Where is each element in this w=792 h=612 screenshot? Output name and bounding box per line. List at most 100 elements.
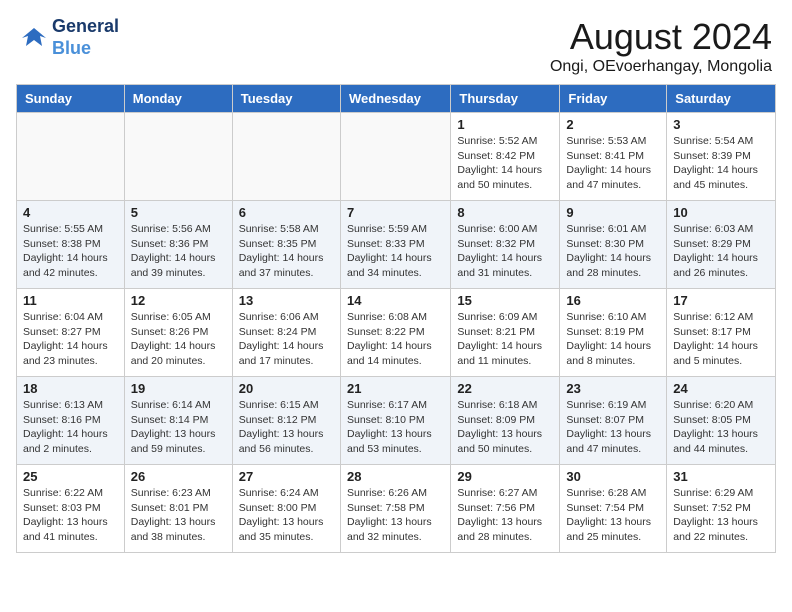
day-number: 25: [23, 469, 118, 484]
day-number: 24: [673, 381, 769, 396]
calendar-cell: 13 Sunrise: 6:06 AM Sunset: 8:24 PM Dayli…: [232, 289, 340, 377]
calendar-cell: 8Sunrise: 6:00 AM Sunset: 8:32 PM Daylig…: [451, 201, 560, 289]
day-info: Sunrise: 6:27 AM Sunset: 7:56 PM Dayligh…: [457, 486, 553, 545]
weekday-header: Saturday: [667, 85, 776, 113]
day-number: 12: [131, 293, 226, 308]
day-info: Sunrise: 6:05 AM Sunset: 8:26 PM Dayligh…: [131, 310, 226, 369]
day-number: 20: [239, 381, 334, 396]
day-number: 23: [566, 381, 660, 396]
day-info: Sunrise: 6:15 AM Sunset: 8:12 PM Dayligh…: [239, 398, 334, 457]
day-info: Sunrise: 6:10 AM Sunset: 8:19 PM Dayligh…: [566, 310, 660, 369]
weekday-header: Wednesday: [340, 85, 450, 113]
day-info: Sunrise: 5:52 AM Sunset: 8:42 PM Dayligh…: [457, 134, 553, 193]
day-info: Sunrise: 6:24 AM Sunset: 8:00 PM Dayligh…: [239, 486, 334, 545]
calendar-cell: 16 Sunrise: 6:10 AM Sunset: 8:19 PM Dayli…: [560, 289, 667, 377]
day-number: 11: [23, 293, 118, 308]
day-info: Sunrise: 6:09 AM Sunset: 8:21 PM Dayligh…: [457, 310, 553, 369]
day-number: 29: [457, 469, 553, 484]
day-number: 1: [457, 117, 553, 132]
week-row: 4 Sunrise: 5:55 AM Sunset: 8:38 PM Daylig…: [17, 201, 776, 289]
calendar-cell: 2 Sunrise: 5:53 AM Sunset: 8:41 PM Daylig…: [560, 113, 667, 201]
calendar-cell: 25 Sunrise: 6:22 AM Sunset: 8:03 PM Dayli…: [17, 465, 125, 553]
calendar-cell: 12 Sunrise: 6:05 AM Sunset: 8:26 PM Dayli…: [124, 289, 232, 377]
calendar-cell: [232, 113, 340, 201]
weekday-header: Friday: [560, 85, 667, 113]
day-info: Sunrise: 6:08 AM Sunset: 8:22 PM Dayligh…: [347, 310, 444, 369]
logo-text: General Blue: [52, 16, 119, 59]
day-number: 7: [347, 205, 444, 220]
title-section: August 2024 Ongi, OEvoerhangay, Mongolia: [550, 16, 772, 76]
calendar-cell: 4 Sunrise: 5:55 AM Sunset: 8:38 PM Daylig…: [17, 201, 125, 289]
day-info: Sunrise: 6:12 AM Sunset: 8:17 PM Dayligh…: [673, 310, 769, 369]
calendar-cell: 1 Sunrise: 5:52 AM Sunset: 8:42 PM Daylig…: [451, 113, 560, 201]
day-info: Sunrise: 5:54 AM Sunset: 8:39 PM Dayligh…: [673, 134, 769, 193]
day-number: 30: [566, 469, 660, 484]
day-number: 21: [347, 381, 444, 396]
calendar-cell: 27 Sunrise: 6:24 AM Sunset: 8:00 PM Dayli…: [232, 465, 340, 553]
day-info: Sunrise: 6:03 AM Sunset: 8:29 PM Dayligh…: [673, 222, 769, 281]
day-info: Sunrise: 6:26 AM Sunset: 7:58 PM Dayligh…: [347, 486, 444, 545]
weekday-header: Sunday: [17, 85, 125, 113]
day-info: Sunrise: 6:19 AM Sunset: 8:07 PM Dayligh…: [566, 398, 660, 457]
calendar-cell: 22Sunrise: 6:18 AM Sunset: 8:09 PM Dayli…: [451, 377, 560, 465]
day-number: 8: [457, 205, 553, 220]
day-info: Sunrise: 6:18 AM Sunset: 8:09 PM Dayligh…: [457, 398, 553, 457]
calendar-cell: 31Sunrise: 6:29 AM Sunset: 7:52 PM Dayli…: [667, 465, 776, 553]
day-number: 28: [347, 469, 444, 484]
calendar-cell: 14 Sunrise: 6:08 AM Sunset: 8:22 PM Dayli…: [340, 289, 450, 377]
calendar-cell: 7 Sunrise: 5:59 AM Sunset: 8:33 PM Daylig…: [340, 201, 450, 289]
weekday-header-row: SundayMondayTuesdayWednesdayThursdayFrid…: [17, 85, 776, 113]
day-number: 15: [457, 293, 553, 308]
day-info: Sunrise: 6:20 AM Sunset: 8:05 PM Dayligh…: [673, 398, 769, 457]
day-number: 10: [673, 205, 769, 220]
week-row: 25 Sunrise: 6:22 AM Sunset: 8:03 PM Dayli…: [17, 465, 776, 553]
day-info: Sunrise: 6:23 AM Sunset: 8:01 PM Dayligh…: [131, 486, 226, 545]
day-number: 26: [131, 469, 226, 484]
calendar-cell: 17Sunrise: 6:12 AM Sunset: 8:17 PM Dayli…: [667, 289, 776, 377]
day-info: Sunrise: 5:53 AM Sunset: 8:41 PM Dayligh…: [566, 134, 660, 193]
day-number: 4: [23, 205, 118, 220]
calendar-cell: 24 Sunrise: 6:20 AM Sunset: 8:05 PM Dayli…: [667, 377, 776, 465]
logo: General Blue: [20, 16, 119, 59]
calendar-wrapper: SundayMondayTuesdayWednesdayThursdayFrid…: [0, 84, 792, 561]
day-info: Sunrise: 5:56 AM Sunset: 8:36 PM Dayligh…: [131, 222, 226, 281]
day-number: 14: [347, 293, 444, 308]
calendar-cell: [17, 113, 125, 201]
calendar-cell: 5 Sunrise: 5:56 AM Sunset: 8:36 PM Daylig…: [124, 201, 232, 289]
day-info: Sunrise: 6:01 AM Sunset: 8:30 PM Dayligh…: [566, 222, 660, 281]
calendar-cell: [340, 113, 450, 201]
page-header: General Blue August 2024 Ongi, OEvoerhan…: [0, 0, 792, 84]
calendar-cell: 19 Sunrise: 6:14 AM Sunset: 8:14 PM Dayli…: [124, 377, 232, 465]
day-info: Sunrise: 5:59 AM Sunset: 8:33 PM Dayligh…: [347, 222, 444, 281]
calendar-cell: 29 Sunrise: 6:27 AM Sunset: 7:56 PM Dayli…: [451, 465, 560, 553]
calendar-cell: 18 Sunrise: 6:13 AM Sunset: 8:16 PM Dayli…: [17, 377, 125, 465]
day-number: 27: [239, 469, 334, 484]
day-number: 6: [239, 205, 334, 220]
week-row: 1 Sunrise: 5:52 AM Sunset: 8:42 PM Daylig…: [17, 113, 776, 201]
location-subtitle: Ongi, OEvoerhangay, Mongolia: [550, 58, 772, 76]
calendar-cell: 6 Sunrise: 5:58 AM Sunset: 8:35 PM Daylig…: [232, 201, 340, 289]
day-number: 19: [131, 381, 226, 396]
calendar-cell: 28 Sunrise: 6:26 AM Sunset: 7:58 PM Dayli…: [340, 465, 450, 553]
week-row: 11Sunrise: 6:04 AM Sunset: 8:27 PM Dayli…: [17, 289, 776, 377]
weekday-header: Thursday: [451, 85, 560, 113]
day-number: 2: [566, 117, 660, 132]
day-info: Sunrise: 6:28 AM Sunset: 7:54 PM Dayligh…: [566, 486, 660, 545]
day-info: Sunrise: 6:13 AM Sunset: 8:16 PM Dayligh…: [23, 398, 118, 457]
day-number: 31: [673, 469, 769, 484]
day-info: Sunrise: 5:58 AM Sunset: 8:35 PM Dayligh…: [239, 222, 334, 281]
calendar-cell: [124, 113, 232, 201]
day-info: Sunrise: 6:17 AM Sunset: 8:10 PM Dayligh…: [347, 398, 444, 457]
day-info: Sunrise: 6:14 AM Sunset: 8:14 PM Dayligh…: [131, 398, 226, 457]
calendar-cell: 9Sunrise: 6:01 AM Sunset: 8:30 PM Daylig…: [560, 201, 667, 289]
day-number: 16: [566, 293, 660, 308]
day-info: Sunrise: 5:55 AM Sunset: 8:38 PM Dayligh…: [23, 222, 118, 281]
day-number: 18: [23, 381, 118, 396]
day-number: 5: [131, 205, 226, 220]
day-info: Sunrise: 6:22 AM Sunset: 8:03 PM Dayligh…: [23, 486, 118, 545]
calendar-cell: 23 Sunrise: 6:19 AM Sunset: 8:07 PM Dayli…: [560, 377, 667, 465]
day-info: Sunrise: 6:06 AM Sunset: 8:24 PM Dayligh…: [239, 310, 334, 369]
calendar-cell: 10 Sunrise: 6:03 AM Sunset: 8:29 PM Dayli…: [667, 201, 776, 289]
day-number: 3: [673, 117, 769, 132]
day-number: 13: [239, 293, 334, 308]
